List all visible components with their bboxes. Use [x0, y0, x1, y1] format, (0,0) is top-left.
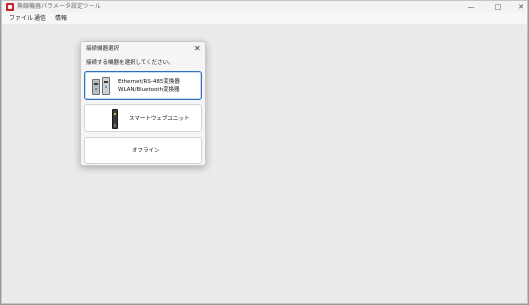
- option-offline-button[interactable]: オフライン: [84, 137, 202, 164]
- dialog-prompt: 接続する機器を選択してください。: [86, 60, 174, 66]
- device-select-dialog: 接続機器選択 ✕ 接続する機器を選択してください。 Ethernet/RS-48…: [80, 41, 206, 166]
- option-offline-label: オフライン: [132, 148, 160, 154]
- option-smart-web-unit-label: スマートウェブユニット: [129, 116, 190, 122]
- title-bar[interactable]: 無線機器パラメータ設定ツール — □ ✕: [2, 1, 527, 13]
- converter-devices-icon: [92, 79, 100, 95]
- dialog-title: 接続機器選択: [86, 46, 120, 52]
- minimize-button[interactable]: —: [457, 1, 485, 13]
- option-converter-line1: Ethernet/RS-485変換器: [118, 79, 180, 85]
- menu-file[interactable]: ファイル: [9, 13, 33, 25]
- menu-info[interactable]: 情報: [55, 13, 67, 25]
- converter-device-icon: [102, 77, 110, 95]
- smart-web-unit-icon: [112, 109, 118, 129]
- option-smart-web-unit-button[interactable]: スマートウェブユニット: [84, 104, 202, 132]
- close-window-button[interactable]: ✕: [507, 1, 527, 13]
- menu-bar: ファイル 通信 情報: [2, 13, 527, 25]
- option-converter-line2: WLAN/Bluetooth変換器: [118, 87, 180, 93]
- app-logo-icon: [6, 3, 14, 11]
- window-title: 無線機器パラメータ設定ツール: [17, 3, 101, 10]
- dialog-close-button[interactable]: ✕: [194, 44, 201, 53]
- option-converter-button[interactable]: Ethernet/RS-485変換器 WLAN/Bluetooth変換器: [84, 71, 202, 100]
- menu-communication[interactable]: 通信: [34, 13, 46, 25]
